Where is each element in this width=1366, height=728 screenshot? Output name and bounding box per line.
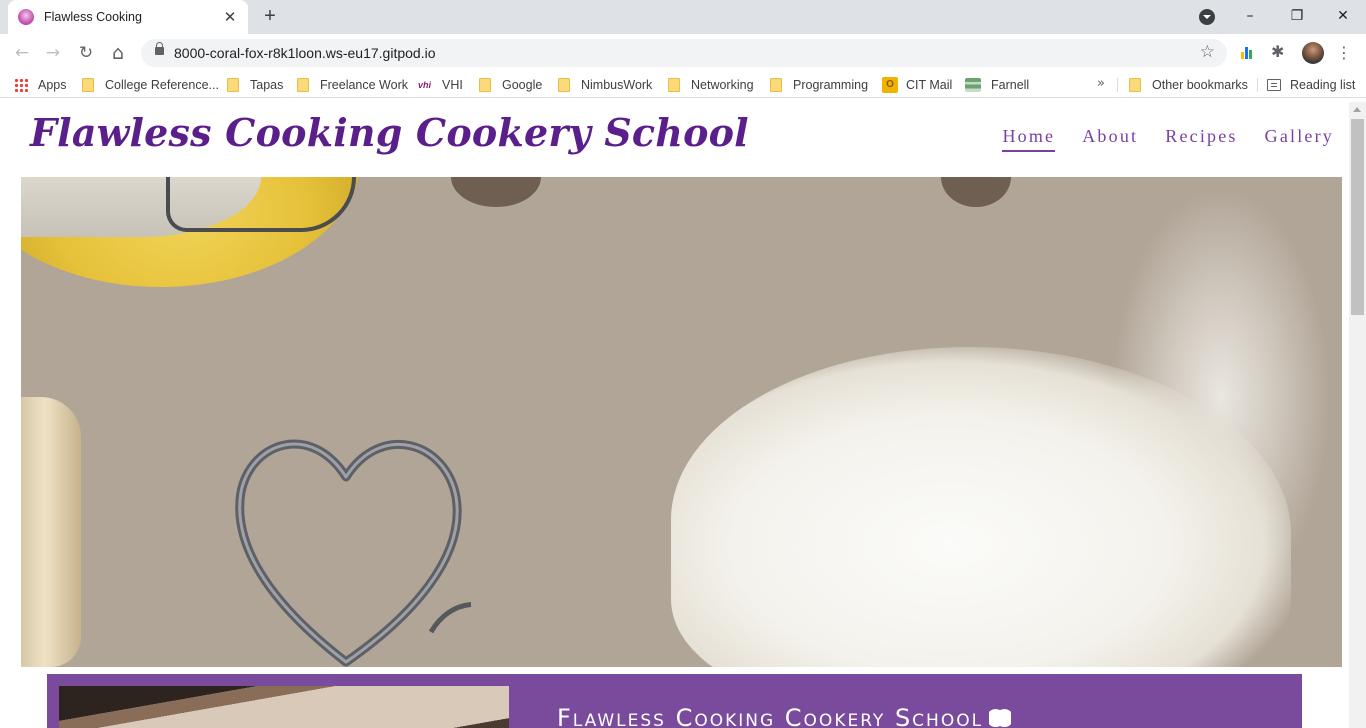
minimize-button[interactable]: – [1238,5,1262,27]
bookmark-other[interactable]: Other bookmarks [1129,76,1248,94]
feature-image [59,686,509,728]
folder-icon [227,78,239,92]
tab-close-icon[interactable]: ✕ [222,8,238,26]
nav-about[interactable]: About [1082,126,1138,152]
bookmark-google[interactable]: Google [479,76,542,94]
folder-icon [82,78,94,92]
folder-icon [668,78,680,92]
feature-section: Flawless Cooking Cookery School [47,674,1302,728]
page-viewport: Flawless Cooking Cookery School Home Abo… [0,102,1366,728]
bookmark-label: Freelance Work [320,78,408,92]
bookmark-farnell[interactable]: Farnell [965,76,1029,94]
feature-title-text: Flawless Cooking Cookery School [557,704,984,728]
folder-icon [1129,78,1141,92]
nav-gallery[interactable]: Gallery [1265,126,1334,152]
jar-clip [166,177,356,232]
bookmark-label: VHI [442,78,463,92]
more-bookmarks-chevron-icon[interactable]: » [1097,76,1105,91]
restore-button[interactable]: ❐ [1285,5,1309,27]
apps-grid-icon [14,78,28,92]
browser-tab[interactable]: Flawless Cooking ✕ [8,0,248,34]
bookmark-label: Programming [793,78,869,92]
scrollbar-thumb[interactable] [1351,119,1364,315]
bookmark-label: Other bookmarks [1152,78,1248,92]
reload-button[interactable]: ↻ [75,42,97,64]
profile-avatar[interactable] [1302,42,1324,64]
farnell-icon [965,78,981,92]
bookmark-networking[interactable]: Networking [668,76,754,94]
cit-mail-icon: O [882,77,898,93]
bookmark-star-icon[interactable]: ☆ [1200,42,1215,62]
new-tab-button[interactable]: + [260,4,280,28]
bookmark-label: NimbusWork [581,78,653,92]
folder-icon [479,78,491,92]
bookmark-cit-mail[interactable]: O CIT Mail [882,76,952,94]
folder-icon [297,78,309,92]
bookmark-label: Networking [691,78,754,92]
bookmark-label: Google [502,78,543,92]
bookmark-apps[interactable]: Apps [14,76,67,94]
bookmarks-divider [1117,78,1118,92]
apple-icon [989,706,1012,728]
baking-paper [21,397,81,667]
bookmark-college-reference[interactable]: College Reference... [82,76,219,94]
extensions-puzzle-icon[interactable]: ✱ [1271,43,1289,61]
back-button[interactable]: ← [11,42,33,64]
egg-shadow [941,177,1011,207]
url-text[interactable]: 8000-coral-fox-r8k1loon.ws-eu17.gitpod.i… [174,45,435,61]
feature-title: Flawless Cooking Cookery School [557,704,1012,728]
page-scrollbar[interactable] [1349,102,1366,728]
reading-list-button[interactable]: Reading list [1267,76,1355,94]
bookmark-label: Tapas [250,78,284,92]
tab-title: Flawless Cooking [44,10,142,24]
folder-icon [558,78,570,92]
nav-home[interactable]: Home [1002,126,1056,152]
reading-list-label: Reading list [1290,78,1356,92]
site-nav: Home About Recipes Gallery [975,126,1334,152]
bookmark-vhi[interactable]: vhi VHI [418,76,463,94]
bookmark-label: College Reference... [105,78,219,92]
egg-shadow [451,177,541,207]
close-window-button[interactable]: ✕ [1331,5,1355,27]
scroll-up-arrow-icon[interactable] [1353,107,1361,112]
forward-button[interactable]: → [42,42,64,64]
cupcake-favicon-icon [18,9,34,25]
address-bar[interactable]: 8000-coral-fox-r8k1loon.ws-eu17.gitpod.i… [141,39,1227,67]
folder-icon [770,78,782,92]
nav-recipes[interactable]: Recipes [1165,126,1237,152]
tab-search-icon[interactable] [1199,9,1215,25]
browser-menu-icon[interactable]: ⋮ [1336,42,1352,64]
bookmark-nimbuswork[interactable]: NimbusWork [558,76,652,94]
bookmark-programming[interactable]: Programming [770,76,868,94]
hero-image [21,177,1342,667]
bookmark-freelance-work[interactable]: Freelance Work [297,76,408,94]
bookmark-label: Apps [38,78,67,92]
home-button[interactable]: ⌂ [107,42,129,64]
reading-list-icon [1267,79,1281,91]
vhi-icon: vhi [418,80,432,90]
bookmarks-bar: Apps College Reference... Tapas Freelanc… [0,71,1366,98]
site-logo[interactable]: Flawless Cooking Cookery School [30,110,749,155]
browser-toolbar: ← → ↻ ⌂ 8000-coral-fox-r8k1loon.ws-eu17.… [0,34,1366,71]
bookmark-label: Farnell [991,78,1030,92]
lock-icon[interactable] [155,42,164,55]
bookmark-tapas[interactable]: Tapas [227,76,283,94]
bookmarks-divider [1257,78,1258,92]
tab-strip: Flawless Cooking ✕ + – ❐ ✕ [0,0,1366,34]
heart-cookie-cutter-icon [235,439,471,667]
analytics-extension-icon[interactable] [1239,43,1257,61]
bookmark-label: CIT Mail [906,78,953,92]
